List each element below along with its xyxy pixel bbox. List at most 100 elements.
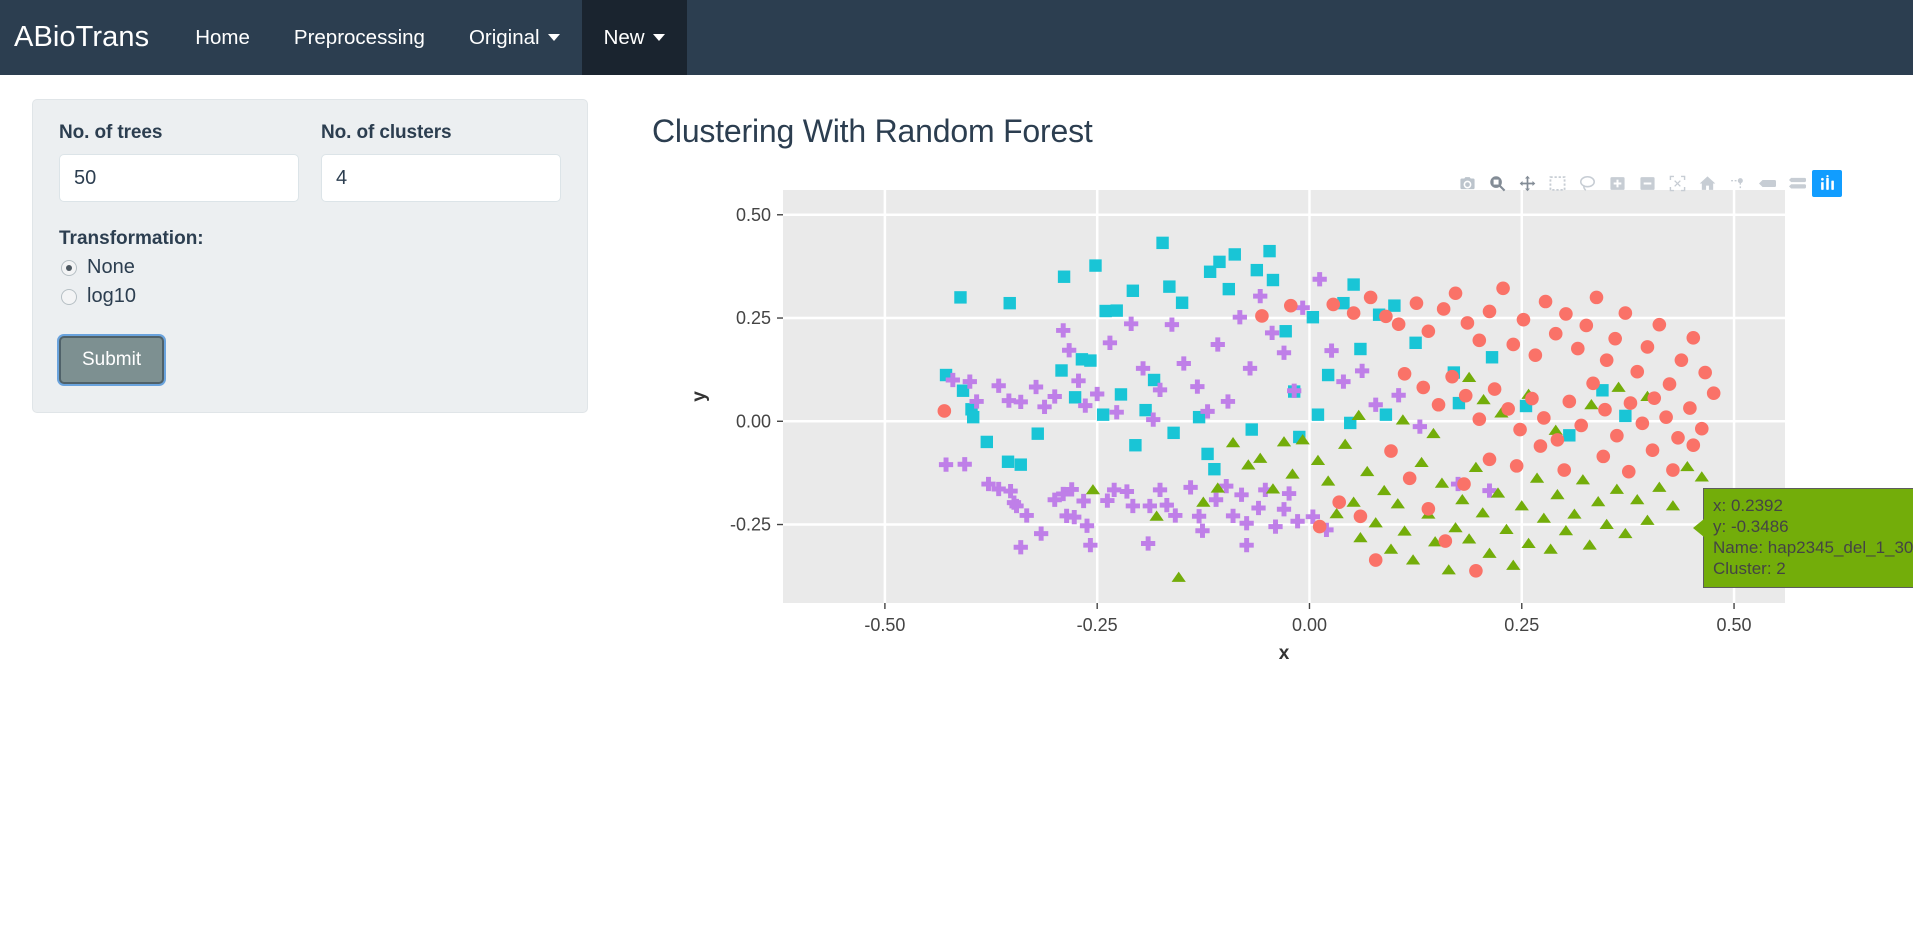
hover-compare-icon[interactable]	[1782, 170, 1812, 197]
zoom-out-icon[interactable]	[1632, 170, 1662, 197]
clusters-label: No. of clusters	[321, 122, 452, 143]
zoom-icon[interactable]	[1482, 170, 1512, 197]
radio-none-indicator[interactable]	[61, 259, 77, 276]
zoom-in-icon[interactable]	[1602, 170, 1632, 197]
nav-item-original[interactable]: Original	[447, 0, 582, 75]
scatter-point	[1513, 422, 1527, 437]
scatter-point	[1686, 331, 1701, 345]
scatter-point	[1472, 333, 1487, 348]
scatter-point	[1436, 302, 1451, 316]
scatter-point	[1618, 306, 1633, 320]
autoscale-icon[interactable]	[1662, 170, 1692, 197]
y-axis-title: y	[689, 391, 710, 402]
page-body: No. of trees No. of clusters Transformat…	[0, 75, 1913, 670]
toggle-spike-lines-icon[interactable]	[1722, 170, 1752, 197]
tooltip-x-value: x: 0.2392	[1713, 496, 1783, 515]
scatter-point	[1312, 519, 1327, 534]
hover-closest-icon[interactable]	[1752, 170, 1782, 197]
scatter-point	[1460, 316, 1475, 330]
scatter-point	[1448, 286, 1463, 301]
reset-axes-home-icon[interactable]	[1692, 170, 1722, 197]
chevron-down-icon	[652, 34, 665, 41]
modebar-group-logo	[1812, 170, 1842, 197]
nav-item-home[interactable]: Home	[173, 0, 272, 75]
radio-log10-indicator[interactable]	[61, 288, 77, 305]
x-axis-tick-label: 0.00	[1292, 615, 1327, 635]
submit-button[interactable]: Submit	[59, 336, 165, 384]
x-axis-tick-label: -0.50	[864, 615, 905, 635]
clusters-input[interactable]	[321, 154, 561, 202]
scatter-point	[1379, 309, 1393, 324]
scatter-point	[980, 435, 993, 449]
scatter-point	[1266, 273, 1280, 287]
scatter-point	[1031, 427, 1044, 440]
scatter-point	[1129, 439, 1142, 452]
scatter-point	[1469, 563, 1483, 578]
scatter-point	[1421, 324, 1436, 339]
brand-logo[interactable]: ABioTrans	[0, 0, 173, 75]
plotly-modebar	[1452, 170, 1842, 197]
plot-container: -0.50 -0.25 0.00 0.25 0.50 0.50 0.25 0.00 -0.25 x…	[650, 170, 1913, 670]
y-axis-tick-label: 0.00	[736, 411, 771, 431]
scatter-point	[1666, 463, 1680, 477]
plotly-logo-icon[interactable]	[1812, 170, 1842, 197]
lasso-select-icon[interactable]	[1572, 170, 1602, 197]
scatter-point	[1114, 388, 1128, 401]
download-plot-icon[interactable]	[1452, 170, 1482, 197]
scatter-point	[1683, 401, 1697, 415]
scatter-point	[1610, 428, 1624, 443]
scatter-point	[1201, 447, 1214, 461]
scatter-point	[1096, 408, 1110, 421]
scatter-point	[1571, 341, 1585, 356]
scatter-point	[1621, 464, 1636, 479]
radio-option-log10[interactable]: log10	[61, 285, 561, 308]
scatter-point	[1562, 394, 1577, 409]
page-title: Clustering With Random Forest	[652, 113, 1093, 149]
radio-option-none[interactable]: None	[61, 256, 561, 279]
scatter-point	[1623, 396, 1638, 410]
scatter-point	[1283, 298, 1298, 313]
scatter-point	[1431, 397, 1446, 412]
scatter-point	[1368, 553, 1383, 567]
scatter-point	[1659, 410, 1673, 424]
nav-item-new-label: New	[603, 25, 645, 49]
scatter-point	[1482, 452, 1497, 467]
scatter-point	[1311, 408, 1325, 421]
trees-input[interactable]	[59, 154, 299, 202]
scatter-point	[1501, 402, 1515, 416]
scatter-point	[1228, 248, 1241, 261]
top-navbar: ABioTrans Home Preprocessing Original Ne…	[0, 0, 1913, 75]
scatter-point	[1397, 366, 1412, 381]
scatter-point	[1563, 429, 1576, 442]
clusters-field-group: No. of clusters	[321, 122, 561, 202]
scatter-point	[1391, 317, 1406, 332]
scatter-point	[1421, 502, 1436, 516]
scatter-point	[1485, 351, 1499, 364]
scatter-point	[1537, 411, 1551, 425]
transformation-label: Transformation:	[59, 228, 204, 249]
scatter-point	[1175, 296, 1189, 309]
nav-item-new[interactable]: New	[581, 0, 687, 75]
scatter-point	[1574, 418, 1589, 433]
scatter-point	[1409, 296, 1424, 310]
y-axis-tick-label: 0.25	[736, 308, 771, 328]
scatter-plot[interactable]: -0.50 -0.25 0.00 0.25 0.50 0.50 0.25 0.00 -0.25 x…	[650, 190, 1860, 660]
radio-log10-label: log10	[87, 285, 136, 307]
box-select-icon[interactable]	[1542, 170, 1572, 197]
pan-icon[interactable]	[1512, 170, 1542, 197]
scatter-point	[1379, 408, 1393, 421]
numeric-fields-row: No. of trees No. of clusters	[59, 122, 561, 202]
scatter-point	[967, 410, 980, 424]
scatter-point	[1645, 443, 1660, 457]
scatter-point	[1084, 354, 1097, 367]
scatter-point	[1548, 326, 1563, 341]
scatter-point	[1354, 342, 1367, 356]
scatter-point	[1222, 282, 1236, 296]
scatter-point	[1306, 311, 1320, 324]
scatter-point	[1557, 463, 1572, 477]
nav-item-preprocessing[interactable]: Preprocessing	[272, 0, 447, 75]
x-axis-tick-label: -0.25	[1077, 615, 1118, 635]
scatter-point	[1213, 255, 1226, 269]
scatter-point	[1110, 304, 1123, 317]
scatter-point	[1416, 380, 1431, 395]
